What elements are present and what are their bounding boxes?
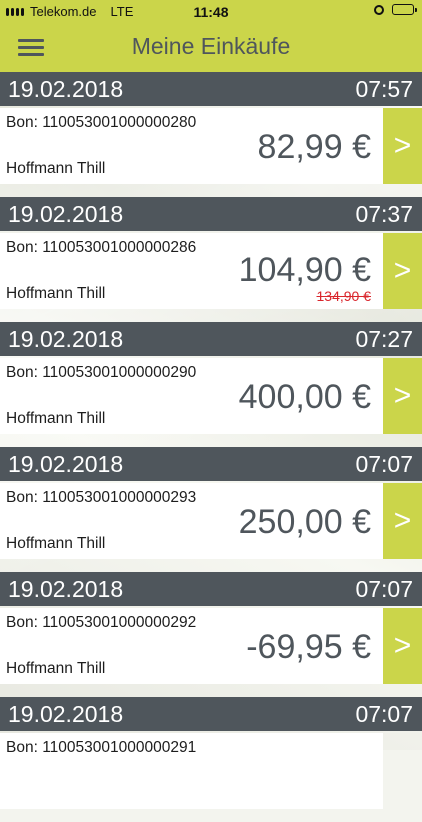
receipt-number: Bon: 110053001000000293 bbox=[6, 489, 197, 506]
chevron-right-icon: > bbox=[393, 129, 412, 162]
purchase-amount: 400,00 € bbox=[238, 378, 371, 416]
open-purchase-button[interactable]: > bbox=[383, 483, 422, 559]
chevron-right-icon: > bbox=[393, 504, 412, 537]
purchase-date: 19.02.2018 bbox=[8, 76, 124, 102]
battery-icon bbox=[392, 4, 417, 15]
purchase-card[interactable]: Bon: 110053001000000290 400,00 € Hoffman… bbox=[0, 358, 383, 434]
purchase-date-bar: 19.02.2018 07:27 bbox=[0, 322, 422, 356]
purchase-card[interactable]: Bon: 110053001000000286 104,90 € 134,90 … bbox=[0, 233, 383, 309]
purchase-list: 19.02.2018 07:57 Bon: 110053001000000280… bbox=[0, 72, 422, 822]
purchase-date-bar: 19.02.2018 07:37 bbox=[0, 197, 422, 231]
purchase-card[interactable]: Bon: 110053001000000291 bbox=[0, 733, 383, 809]
receipt-number: Bon: 110053001000000286 bbox=[6, 239, 197, 256]
chevron-right-icon: > bbox=[393, 254, 412, 287]
purchase-item: 19.02.2018 07:07 Bon: 110053001000000292… bbox=[0, 572, 422, 697]
purchase-amount: 250,00 € bbox=[238, 503, 371, 541]
purchase-item: 19.02.2018 07:57 Bon: 110053001000000280… bbox=[0, 72, 422, 197]
purchase-time: 07:07 bbox=[355, 701, 413, 727]
customer-name: Hoffmann Thill bbox=[6, 535, 106, 552]
purchase-amount: -69,95 € bbox=[246, 628, 371, 666]
chevron-right-icon: > bbox=[393, 629, 412, 662]
purchase-item: 19.02.2018 07:07 Bon: 110053001000000291 bbox=[0, 697, 422, 822]
purchase-item: 19.02.2018 07:37 Bon: 110053001000000286… bbox=[0, 197, 422, 322]
purchase-item: 19.02.2018 07:07 Bon: 110053001000000293… bbox=[0, 447, 422, 572]
status-right bbox=[374, 4, 417, 15]
open-purchase-button[interactable]: > bbox=[383, 358, 422, 434]
status-bar: Telekom.de LTE 11:48 bbox=[0, 0, 422, 24]
purchase-amount: 104,90 € bbox=[238, 251, 371, 289]
purchase-card[interactable]: Bon: 110053001000000292 -69,95 € Hoffman… bbox=[0, 608, 383, 684]
customer-name: Hoffmann Thill bbox=[6, 285, 106, 302]
purchase-card[interactable]: Bon: 110053001000000280 82,99 € Hoffmann… bbox=[0, 108, 383, 184]
purchase-time: 07:27 bbox=[355, 326, 413, 352]
page-title: Meine Einkäufe bbox=[131, 33, 291, 59]
app-header: Meine Einkäufe bbox=[0, 24, 422, 72]
purchase-amount: 82,99 € bbox=[257, 128, 371, 166]
receipt-number: Bon: 110053001000000290 bbox=[6, 364, 197, 381]
purchase-time: 07:07 bbox=[355, 576, 413, 602]
purchase-date: 19.02.2018 bbox=[8, 201, 124, 227]
purchase-date: 19.02.2018 bbox=[8, 701, 124, 727]
purchase-date-bar: 19.02.2018 07:57 bbox=[0, 72, 422, 106]
purchase-date-bar: 19.02.2018 07:07 bbox=[0, 572, 422, 606]
purchase-card[interactable]: Bon: 110053001000000293 250,00 € Hoffman… bbox=[0, 483, 383, 559]
customer-name: Hoffmann Thill bbox=[6, 410, 106, 427]
purchase-date: 19.02.2018 bbox=[8, 326, 124, 352]
receipt-number: Bon: 110053001000000280 bbox=[6, 114, 197, 131]
chevron-right-icon: > bbox=[393, 379, 412, 412]
purchase-time: 07:57 bbox=[355, 76, 413, 102]
alarm-icon bbox=[374, 4, 384, 15]
purchase-date-bar: 19.02.2018 07:07 bbox=[0, 447, 422, 481]
customer-name: Hoffmann Thill bbox=[6, 660, 106, 677]
customer-name: Hoffmann Thill bbox=[6, 160, 106, 177]
purchase-date: 19.02.2018 bbox=[8, 576, 124, 602]
open-purchase-button[interactable]: > bbox=[383, 108, 422, 184]
status-time: 11:48 bbox=[193, 4, 229, 20]
purchase-item: 19.02.2018 07:27 Bon: 110053001000000290… bbox=[0, 322, 422, 447]
receipt-number: Bon: 110053001000000292 bbox=[6, 614, 197, 631]
open-purchase-button[interactable]: > bbox=[383, 608, 422, 684]
open-purchase-button[interactable]: > bbox=[383, 233, 422, 309]
receipt-number: Bon: 110053001000000291 bbox=[6, 739, 197, 756]
purchase-time: 07:37 bbox=[355, 201, 413, 227]
purchase-date-bar: 19.02.2018 07:07 bbox=[0, 697, 422, 731]
purchase-date: 19.02.2018 bbox=[8, 451, 124, 477]
original-price: 134,90 € bbox=[316, 288, 372, 304]
purchase-time: 07:07 bbox=[355, 451, 413, 477]
